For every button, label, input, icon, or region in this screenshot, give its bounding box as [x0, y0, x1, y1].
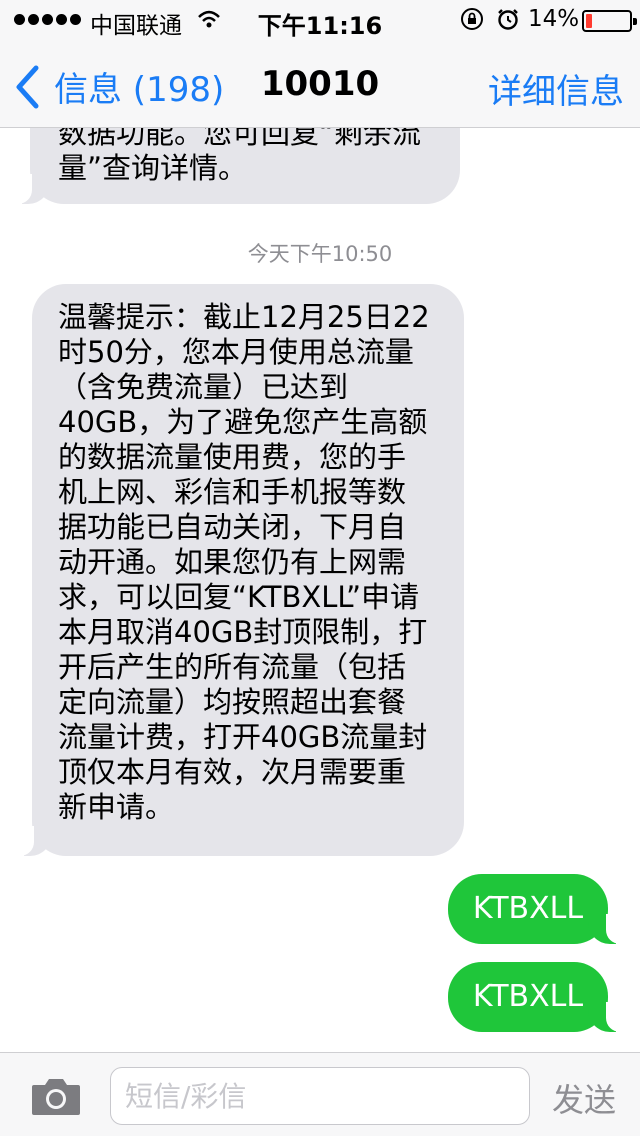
input-bar: 发送 — [0, 1052, 640, 1136]
message-bubble-incoming[interactable]: 温馨提示：截止12月25日22 时50分，您本月使用总流量 （含免费流量）已达到… — [10, 284, 464, 856]
details-button[interactable]: 详细信息 — [488, 64, 624, 113]
camera-icon[interactable] — [30, 1075, 82, 1117]
battery-level-fill — [586, 14, 592, 28]
status-bar: 中国联通 下午11:16 14% — [0, 0, 640, 40]
battery-percent: 14% — [528, 6, 580, 32]
alarm-icon — [496, 7, 520, 31]
message-input[interactable] — [110, 1067, 530, 1125]
message-bubble-outgoing[interactable]: KTBXLL — [448, 962, 630, 1032]
message-timestamp: 今天下午10:50 — [247, 242, 393, 266]
nav-bar: 信息 (198) 10010 详细信息 — [0, 40, 640, 128]
header: 中国联通 下午11:16 14% 信息 (198) 10010 详细信息 — [0, 0, 640, 128]
message-bubble-outgoing[interactable]: KTBXLL — [448, 874, 630, 944]
orientation-lock-icon — [460, 7, 484, 31]
battery-icon — [582, 10, 637, 32]
send-button[interactable]: 发送 — [552, 1075, 616, 1121]
